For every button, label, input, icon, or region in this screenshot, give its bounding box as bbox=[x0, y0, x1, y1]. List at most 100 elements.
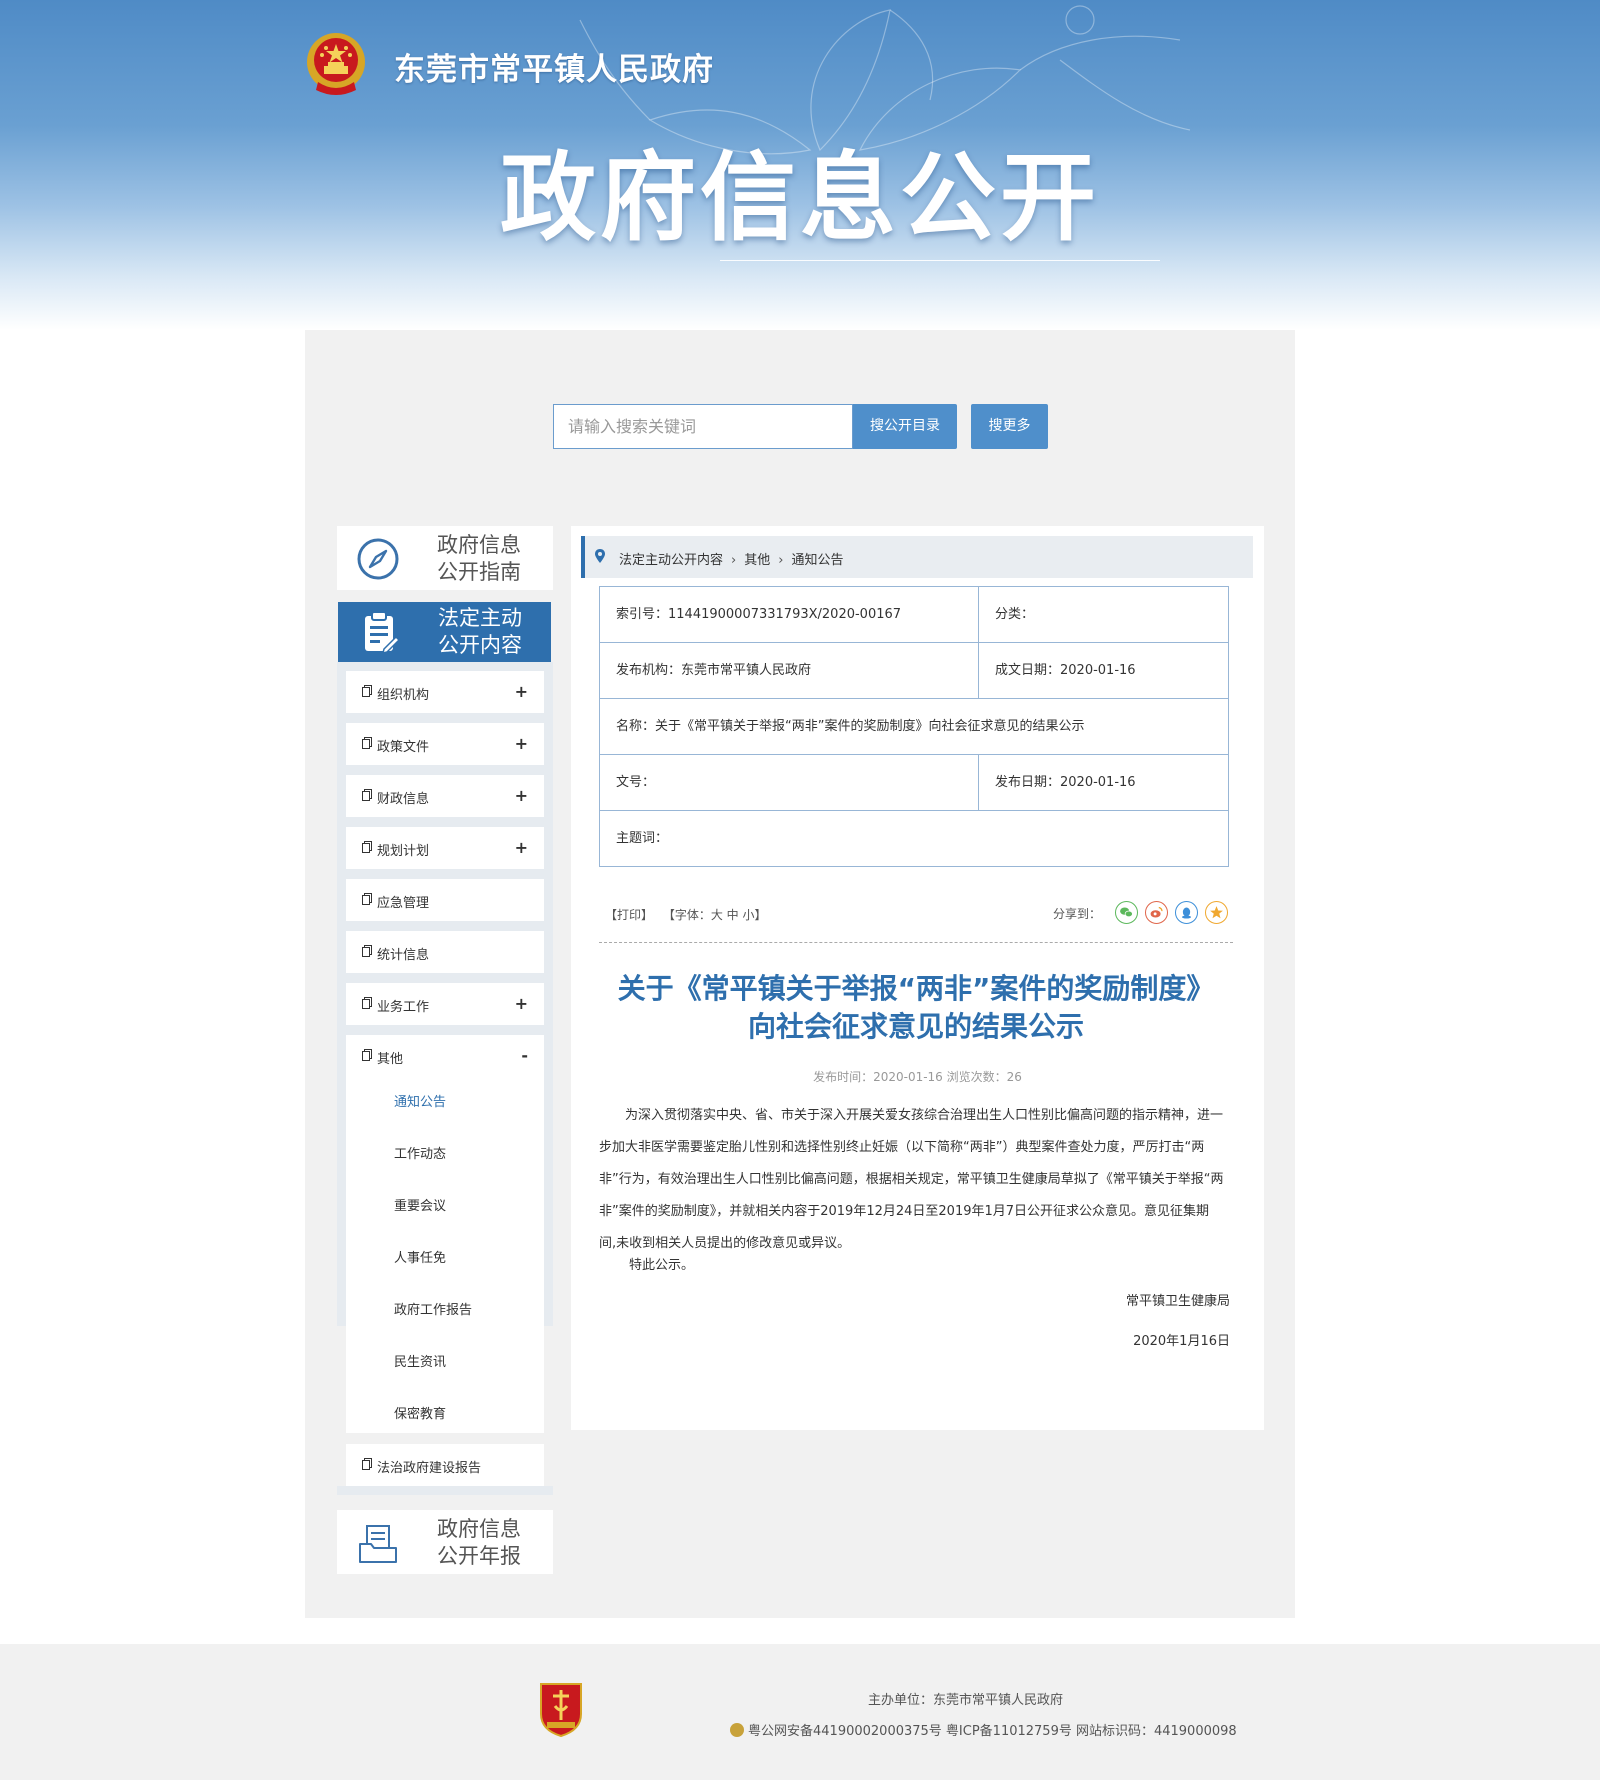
sidebar-item-emergency[interactable]: 应急管理 bbox=[346, 879, 544, 921]
chevron-right-icon: › bbox=[778, 553, 784, 568]
document-icon bbox=[362, 1458, 372, 1470]
sidebar-annual-line2: 公开年报 bbox=[437, 1544, 521, 1568]
meta-publisher: 发布机构：东莞市常平镇人民政府 bbox=[616, 663, 812, 678]
national-emblem-icon bbox=[307, 33, 365, 95]
sub-item-work-news[interactable]: 工作动态 bbox=[394, 1143, 446, 1162]
report-icon bbox=[359, 1525, 397, 1563]
sidebar-guide-line2: 公开指南 bbox=[437, 560, 521, 584]
sub-item-livelihood[interactable]: 民生资讯 bbox=[394, 1351, 446, 1370]
meta-row: 主题词： bbox=[600, 811, 1228, 867]
weibo-icon[interactable] bbox=[1145, 901, 1168, 924]
clipboard-icon bbox=[365, 611, 401, 655]
sidebar-item-finance[interactable]: 财政信息 + bbox=[346, 775, 544, 817]
meta-category: 分类： bbox=[978, 587, 1228, 642]
search-more-button[interactable]: 搜更多 bbox=[971, 404, 1048, 449]
compass-icon bbox=[357, 538, 399, 580]
document-icon bbox=[362, 997, 372, 1009]
sidebar-item-policy[interactable]: 政策文件 + bbox=[346, 723, 544, 765]
qq-icon[interactable] bbox=[1175, 901, 1198, 924]
sidebar-item-label: 财政信息 bbox=[377, 792, 430, 807]
meta-row: 文号： 发布日期：2020-01-16 bbox=[600, 755, 1228, 811]
document-icon bbox=[362, 945, 372, 957]
footer: 主办单位：东莞市常平镇人民政府 粤公网安备44190002000375号 粤IC… bbox=[0, 1644, 1600, 1780]
share-label: 分享到： bbox=[1053, 907, 1102, 921]
article-body: 为深入贯彻落实中央、省、市关于深入开展关爱女孩综合治理出生人口性别比偏高问题的指… bbox=[599, 1108, 1224, 1251]
collapse-toggle[interactable]: - bbox=[521, 1046, 528, 1065]
expand-toggle[interactable]: + bbox=[515, 734, 528, 753]
page-banner-title: 政府信息公开 bbox=[500, 142, 1100, 254]
article-title: 关于《常平镇关于举报“两非”案件的奖励制度》 向社会征求意见的结果公示 bbox=[617, 972, 1215, 1043]
sidebar-item-org[interactable]: 组织机构 + bbox=[346, 671, 544, 713]
sidebar-guide-link[interactable]: 政府信息 公开指南 bbox=[337, 526, 553, 590]
document-icon bbox=[362, 789, 372, 801]
document-icon bbox=[362, 1049, 372, 1061]
sidebar-guide-line1: 政府信息 bbox=[437, 533, 521, 557]
sub-item-notice[interactable]: 通知公告 bbox=[394, 1091, 446, 1110]
expand-toggle[interactable]: + bbox=[515, 786, 528, 805]
police-badge-icon bbox=[730, 1723, 744, 1737]
meta-name: 名称：关于《常平镇关于举报“两非”案件的奖励制度》向社会征求意见的结果公示 bbox=[616, 719, 1085, 734]
sidebar-item-business[interactable]: 业务工作 + bbox=[346, 983, 544, 1025]
document-icon bbox=[362, 685, 372, 697]
article-date: 2020年1月16日 bbox=[1133, 1334, 1230, 1349]
font-size-switch[interactable]: 【字体：大 中 小】 bbox=[663, 908, 767, 922]
main-panel: 请输入搜索关键词 搜公开目录 搜更多 政府信息 公开指南 法定主动 公开内容 组… bbox=[305, 330, 1295, 1618]
chevron-right-icon: › bbox=[731, 553, 737, 568]
sidebar-item-label: 组织机构 bbox=[377, 688, 430, 703]
wechat-icon[interactable] bbox=[1115, 901, 1138, 924]
expand-toggle[interactable]: + bbox=[515, 682, 528, 701]
sub-item-personnel[interactable]: 人事任免 bbox=[394, 1247, 446, 1266]
sidebar-active-content[interactable]: 法定主动 公开内容 bbox=[338, 602, 551, 662]
sidebar-item-label: 业务工作 bbox=[377, 1000, 430, 1015]
meta-written-date: 成文日期：2020-01-16 bbox=[978, 643, 1228, 698]
article-signature: 常平镇卫生健康局 bbox=[1125, 1294, 1230, 1309]
sub-item-secrecy[interactable]: 保密教育 bbox=[394, 1403, 446, 1422]
sidebar-item-statistics[interactable]: 统计信息 bbox=[346, 931, 544, 973]
sub-item-gov-report[interactable]: 政府工作报告 bbox=[394, 1299, 472, 1318]
expand-toggle[interactable]: + bbox=[515, 994, 528, 1013]
title-divider bbox=[720, 260, 1160, 261]
sidebar-item-label: 统计信息 bbox=[377, 948, 430, 963]
print-link[interactable]: 【打印】 bbox=[605, 908, 653, 922]
sidebar-item-label: 规划计划 bbox=[377, 844, 430, 859]
article-tools: 【打印】 【字体：大 中 小】 bbox=[605, 906, 766, 923]
meta-row: 名称：关于《常平镇关于举报“两非”案件的奖励制度》向社会征求意见的结果公示 bbox=[600, 699, 1228, 755]
sidebar-item-rule-of-law-report[interactable]: 法治政府建设报告 bbox=[346, 1444, 544, 1486]
sidebar-item-planning[interactable]: 规划计划 + bbox=[346, 827, 544, 869]
article-publish-info: 发布时间：2020-01-16 浏览次数：26 bbox=[813, 1070, 1022, 1084]
footer-record-text[interactable]: 粤公网安备44190002000375号 粤ICP备11012759号 网站标识… bbox=[748, 1724, 1237, 1739]
document-icon bbox=[362, 893, 372, 905]
sidebar-item-label: 法治政府建设报告 bbox=[377, 1461, 482, 1476]
sub-item-meetings[interactable]: 重要会议 bbox=[394, 1195, 446, 1214]
footer-records: 粤公网安备44190002000375号 粤ICP备11012759号 网站标识… bbox=[730, 1720, 1237, 1739]
breadcrumb-item[interactable]: 法定主动公开内容 bbox=[619, 553, 723, 568]
sidebar-nav: 组织机构 + 政策文件 + 财政信息 + 规划计划 + 应急管理 统计信息 业务… bbox=[337, 662, 553, 1433]
search-catalog-button[interactable]: 搜公开目录 bbox=[853, 404, 957, 449]
sidebar-active-line1: 法定主动 bbox=[438, 606, 522, 630]
divider bbox=[599, 942, 1233, 943]
sidebar-annual-line1: 政府信息 bbox=[437, 1517, 521, 1541]
breadcrumb-item[interactable]: 其他 bbox=[744, 553, 770, 568]
breadcrumb: 法定主动公开内容 › 其他 › 通知公告 bbox=[581, 536, 1253, 578]
meta-keywords: 主题词： bbox=[616, 831, 669, 846]
search-input[interactable]: 请输入搜索关键词 bbox=[553, 404, 853, 449]
sidebar-item-label: 政策文件 bbox=[377, 740, 430, 755]
article-closing: 特此公示。 bbox=[629, 1258, 695, 1273]
party-gov-badge-icon[interactable] bbox=[537, 1680, 585, 1738]
article-panel: 法定主动公开内容 › 其他 › 通知公告 索引号：11441900007331793X/… bbox=[571, 526, 1264, 1430]
meta-publish-date: 发布日期：2020-01-16 bbox=[978, 755, 1228, 810]
expand-toggle[interactable]: + bbox=[515, 838, 528, 857]
site-name: 东莞市常平镇人民政府 bbox=[394, 52, 714, 88]
sidebar-item-label: 其他 bbox=[377, 1052, 404, 1067]
qzone-icon[interactable] bbox=[1205, 901, 1228, 924]
footer-sponsor: 主办单位：东莞市常平镇人民政府 bbox=[868, 1693, 1064, 1708]
sidebar-item-label: 应急管理 bbox=[377, 896, 430, 911]
sidebar-annual-report-link[interactable]: 政府信息 公开年报 bbox=[337, 1510, 553, 1574]
document-icon bbox=[362, 737, 372, 749]
sidebar-item-other[interactable]: 其他 - 通知公告 工作动态 重要会议 人事任免 政府工作报告 民生资讯 保密教… bbox=[346, 1035, 544, 1433]
location-pin-icon bbox=[595, 549, 605, 563]
breadcrumb-item[interactable]: 通知公告 bbox=[791, 553, 843, 568]
sidebar-nav-bottom bbox=[337, 1486, 553, 1495]
document-icon bbox=[362, 841, 372, 853]
meta-row: 发布机构：东莞市常平镇人民政府 成文日期：2020-01-16 bbox=[600, 643, 1228, 699]
